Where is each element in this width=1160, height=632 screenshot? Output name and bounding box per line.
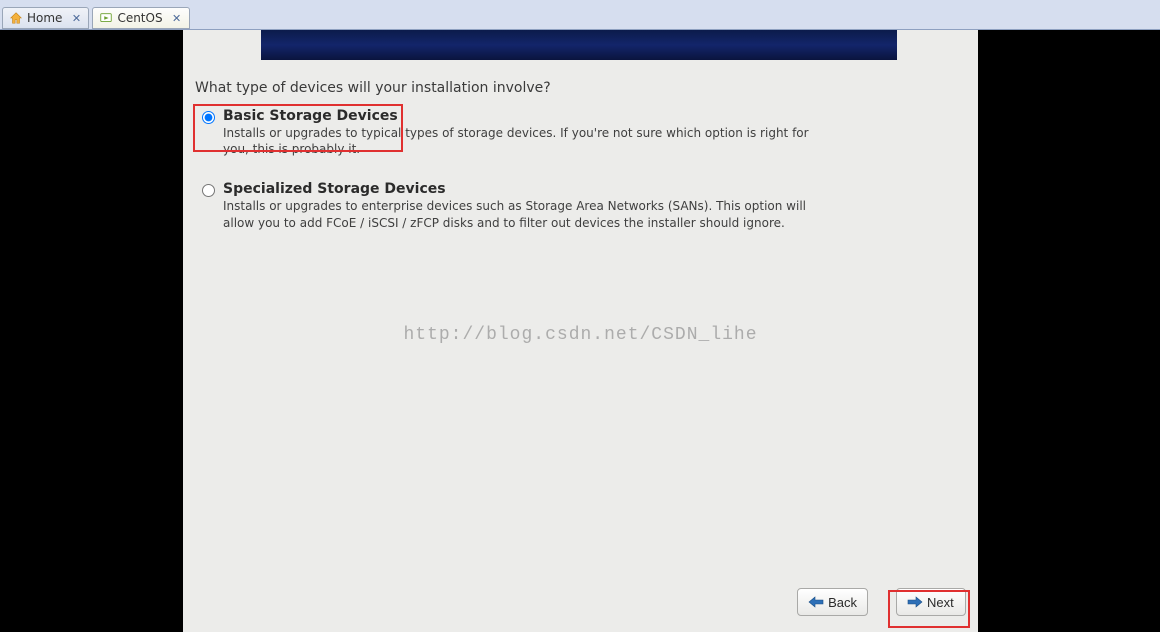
tab-centos[interactable]: CentOS ✕ [92, 7, 189, 29]
option-specialized-storage[interactable]: Specialized Storage Devices Installs or … [195, 181, 965, 230]
close-icon[interactable]: ✕ [171, 12, 183, 24]
installer-window: What type of devices will your installat… [183, 30, 978, 632]
installer-footer: Back Next [183, 580, 978, 624]
option-basic-storage[interactable]: Basic Storage Devices Installs or upgrad… [195, 108, 965, 157]
arrow-right-icon [907, 596, 923, 608]
option-body: Basic Storage Devices Installs or upgrad… [223, 108, 833, 157]
close-icon[interactable]: ✕ [70, 12, 82, 24]
installer-main: What type of devices will your installat… [195, 80, 965, 255]
option-basic-desc: Installs or upgrades to typical types of… [223, 125, 833, 157]
installer-banner [261, 30, 897, 60]
option-specialized-title: Specialized Storage Devices [223, 181, 833, 197]
tab-centos-label: CentOS [117, 11, 162, 25]
radio-specialized-storage[interactable] [202, 184, 215, 197]
next-button-label: Next [927, 595, 954, 610]
option-specialized-desc: Installs or upgrades to enterprise devic… [223, 198, 833, 230]
tab-home[interactable]: Home ✕ [2, 7, 89, 29]
watermark-text: http://blog.csdn.net/CSDN_lihe [183, 325, 978, 345]
tab-home-label: Home [27, 11, 62, 25]
radio-basic-storage[interactable] [202, 111, 215, 124]
back-button-label: Back [828, 595, 857, 610]
home-icon [9, 11, 23, 25]
back-button[interactable]: Back [797, 588, 868, 616]
arrow-left-icon [808, 596, 824, 608]
installer-question: What type of devices will your installat… [195, 80, 965, 96]
next-button[interactable]: Next [896, 588, 966, 616]
tab-bar: Home ✕ CentOS ✕ [0, 0, 1160, 30]
vm-icon [99, 11, 113, 25]
option-body: Specialized Storage Devices Installs or … [223, 181, 833, 230]
option-basic-title: Basic Storage Devices [223, 108, 833, 124]
